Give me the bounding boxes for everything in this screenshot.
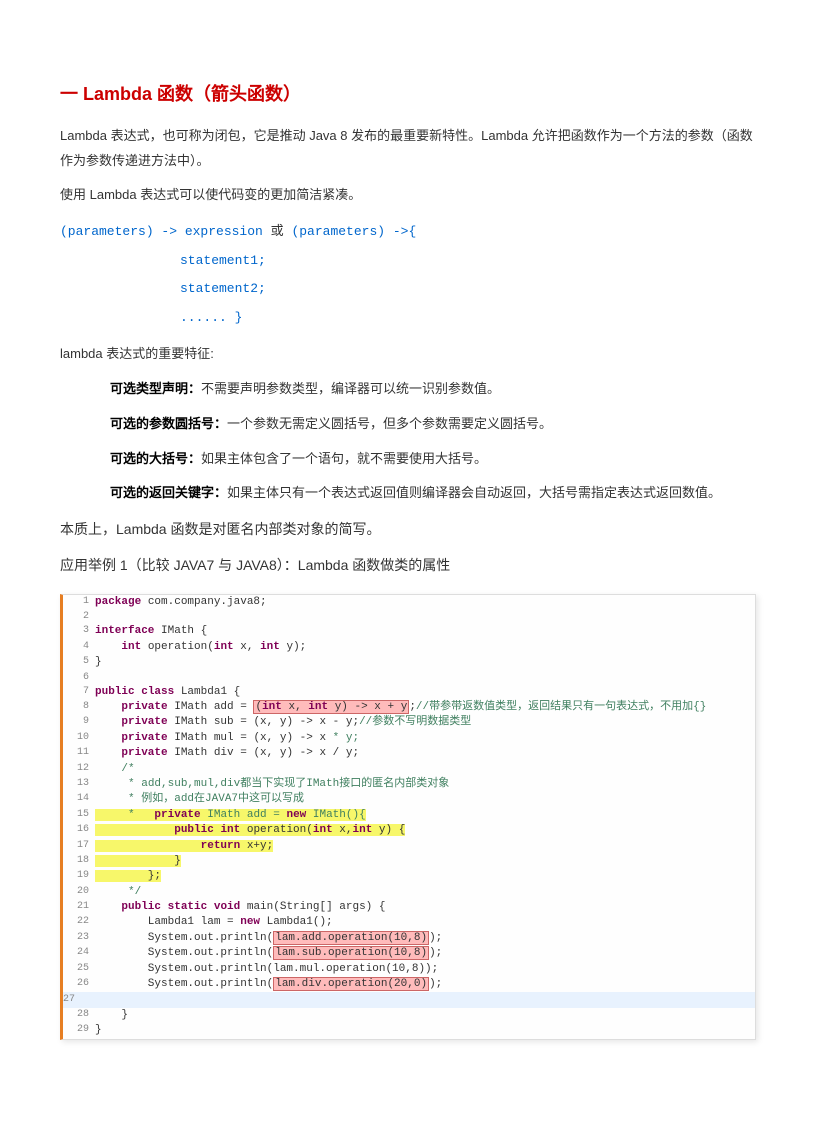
feature-1: 可选类型声明：不需要声明参数类型，编译器可以统一识别参数值。	[60, 377, 756, 402]
feature-3-label: 可选的大括号：	[110, 451, 201, 466]
code-syntax-1a: (parameters) -> expression	[60, 224, 263, 239]
features-heading: lambda 表达式的重要特征:	[60, 342, 756, 367]
feature-4: 可选的返回关键字：如果主体只有一个表达式返回值则编译器会自动返回，大括号需指定表…	[60, 481, 756, 506]
paragraph-intro: Lambda 表达式，也可称为闭包，它是推动 Java 8 发布的最重要新特性。…	[60, 124, 756, 173]
feature-4-label: 可选的返回关键字：	[110, 485, 227, 500]
feature-2: 可选的参数圆括号：一个参数无需定义圆括号，但多个参数需要定义圆括号。	[60, 412, 756, 437]
section-heading: 一 Lambda 函数（箭头函数）	[60, 80, 756, 106]
code-syntax-1b: (parameters) ->{	[291, 224, 416, 239]
feature-4-text: 如果主体只有一个表达式返回值则编译器会自动返回，大括号需指定表达式返回数值。	[227, 485, 721, 500]
paragraph-essence: 本质上，Lambda 函数是对匿名内部类对象的简写。	[60, 516, 756, 543]
paragraph-example-title: 应用举例 1（比较 JAVA7 与 JAVA8）：Lambda 函数做类的属性	[60, 552, 756, 579]
syntax-code-block: (parameters) -> expression 或 (parameters…	[60, 218, 756, 332]
code-snippet-image: 1package com.company.java8;23interface I…	[60, 594, 756, 1040]
code-syntax-3: statement2;	[60, 275, 756, 304]
feature-1-text: 不需要声明参数类型，编译器可以统一识别参数值。	[201, 381, 500, 396]
feature-3-text: 如果主体包含了一个语句，就不需要使用大括号。	[201, 451, 487, 466]
paragraph-usage: 使用 Lambda 表达式可以使代码变的更加简洁紧凑。	[60, 183, 756, 208]
code-syntax-or: 或	[263, 224, 292, 239]
code-syntax-4: ...... }	[60, 304, 756, 333]
feature-2-label: 可选的参数圆括号：	[110, 416, 227, 431]
feature-2-text: 一个参数无需定义圆括号，但多个参数需要定义圆括号。	[227, 416, 552, 431]
code-syntax-2: statement1;	[60, 247, 756, 276]
feature-1-label: 可选类型声明：	[110, 381, 201, 396]
feature-3: 可选的大括号：如果主体包含了一个语句，就不需要使用大括号。	[60, 447, 756, 472]
